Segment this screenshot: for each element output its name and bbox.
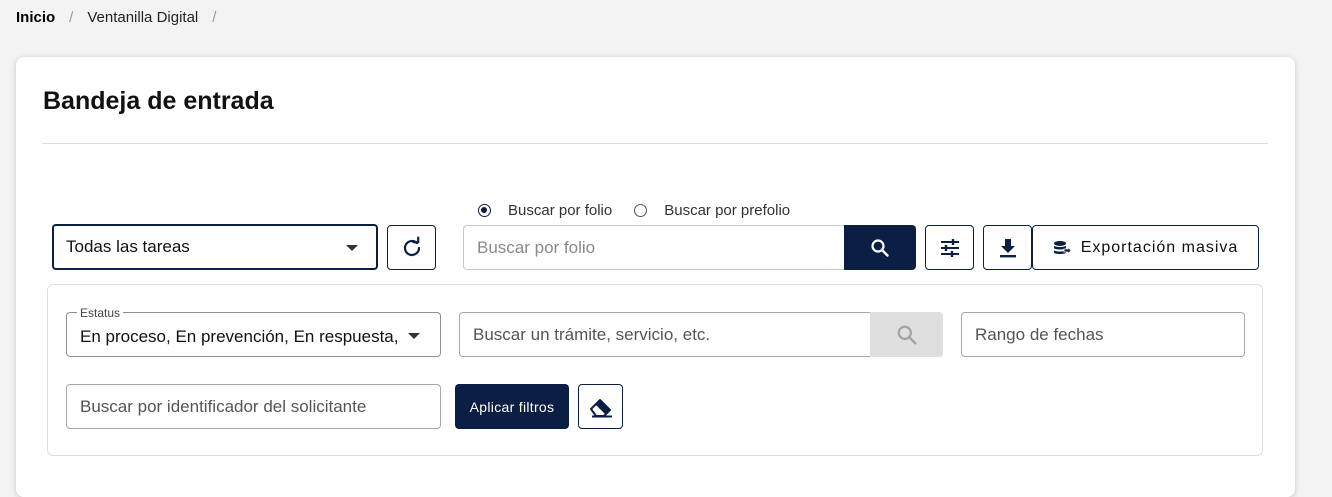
apply-filters-button[interactable]: Aplicar filtros (455, 384, 569, 429)
dropdown-caret-icon (408, 333, 420, 339)
clear-filters-button[interactable] (578, 384, 623, 429)
filters-toggle-button[interactable] (925, 225, 974, 270)
dropdown-caret-icon (346, 245, 358, 251)
task-type-value: Todas las tareas (66, 237, 190, 256)
eraser-icon (589, 398, 612, 417)
status-value: En proceso, En prevención, En respuesta,… (80, 327, 399, 346)
folio-search-button[interactable] (844, 225, 916, 270)
refresh-button[interactable] (387, 225, 436, 270)
radio-label-prefolio: Buscar por prefolio (664, 202, 791, 219)
bulk-export-label: Exportación masiva (1080, 238, 1239, 256)
breadcrumb-home[interactable]: Inicio (16, 9, 55, 26)
applicant-id-input[interactable] (66, 384, 441, 429)
sliders-icon (940, 238, 959, 257)
breadcrumb-separator: / (212, 9, 217, 26)
folio-search-input[interactable] (463, 225, 845, 270)
database-export-icon (1053, 240, 1071, 255)
search-icon (871, 238, 889, 257)
task-type-select[interactable]: Todas las tareas (52, 224, 378, 270)
filters-panel: En proceso, En prevención, En respuesta,… (47, 284, 1263, 456)
refresh-icon (403, 236, 420, 256)
download-button[interactable] (983, 225, 1032, 270)
breadcrumb-current[interactable]: Ventanilla Digital (87, 9, 198, 26)
breadcrumb: Inicio / Ventanilla Digital / (16, 9, 230, 26)
tramite-search-button[interactable] (870, 312, 943, 357)
download-icon (999, 238, 1016, 257)
radio-label-folio: Buscar por folio (508, 202, 613, 219)
search-icon (897, 325, 916, 344)
page-title: Bandeja de entrada (43, 87, 274, 115)
breadcrumb-separator: / (69, 9, 74, 26)
search-mode-group: Buscar por folio Buscar por prefolio (478, 202, 812, 219)
radio-buscar-prefolio[interactable]: Buscar por prefolio (634, 202, 790, 219)
radio-buscar-folio[interactable]: Buscar por folio (478, 202, 612, 219)
radio-selected-icon[interactable] (478, 204, 491, 217)
title-divider (42, 143, 1268, 144)
radio-unselected-icon[interactable] (634, 204, 648, 217)
bulk-export-button[interactable]: Exportación masiva (1032, 225, 1259, 270)
inbox-card: Bandeja de entrada Buscar por folio Busc… (16, 57, 1295, 497)
tramite-search-input[interactable] (459, 312, 871, 357)
date-range-input[interactable] (961, 312, 1245, 357)
status-label: Estatus (77, 306, 124, 320)
